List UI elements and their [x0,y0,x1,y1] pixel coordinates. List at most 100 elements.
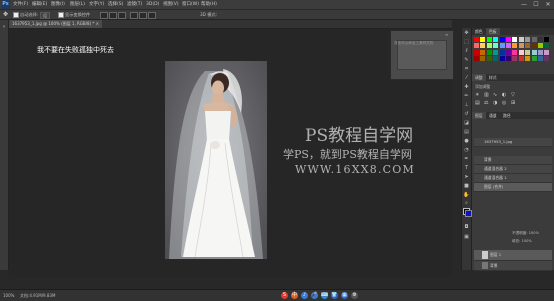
color-swatch[interactable] [474,49,479,55]
crop-icon[interactable]: ⌗ [463,66,470,73]
settings-icon[interactable]: ⚙ [351,292,358,299]
color-swatch[interactable] [538,37,543,42]
color-swatch[interactable] [506,56,511,62]
align-bottom-icon[interactable] [118,12,126,19]
stamp-icon[interactable]: ⊥ [463,102,470,109]
transform-controls-checkbox[interactable] [58,12,64,18]
color-swatch[interactable] [486,37,492,42]
levels-icon[interactable]: ▥ [484,92,489,98]
color-swatch[interactable] [506,37,511,42]
color-swatch[interactable] [499,56,505,62]
color-swatch[interactable] [486,56,492,62]
photo-filter-icon[interactable]: ◎ [502,100,506,106]
color-swatch[interactable] [544,43,550,49]
exposure-icon[interactable]: ◐ [502,92,506,98]
menu-type[interactable]: 文字(Y) [89,1,104,8]
tab-color[interactable]: 颜色 [472,28,486,35]
menu-file[interactable]: 文件(F) [13,1,28,8]
color-swatch[interactable] [480,56,486,62]
document-tab[interactable]: 1637953_1.jpg @ 100% (图层 1, RGB/8) * × [9,20,102,28]
chinese-input-icon[interactable]: 中 [291,292,298,299]
color-swatch[interactable] [525,43,531,49]
eraser-icon[interactable]: ◪ [463,120,470,127]
quick-mask-icon[interactable]: ◘ [463,224,470,231]
color-swatch[interactable] [512,49,518,55]
color-swatch[interactable] [531,43,537,49]
align-top-icon[interactable] [100,12,108,19]
bride-photo[interactable] [165,61,267,259]
tab-adjustments[interactable]: 调整 [472,74,486,81]
color-swatch[interactable] [474,56,479,62]
background-color-swatch[interactable] [465,210,472,217]
align-left-icon[interactable] [130,12,138,19]
hue-icon[interactable]: ▤ [475,100,480,106]
color-swatch[interactable] [506,49,511,55]
hand-icon[interactable]: ✋ [463,192,470,199]
color-swatch[interactable] [544,37,550,42]
shape-icon[interactable]: ■ [463,183,470,190]
swatch-grid[interactable] [474,37,552,67]
opacity-label[interactable]: 不透明度: 100% [512,231,539,236]
fill-label[interactable]: 填充: 100% [512,239,532,244]
color-swatch[interactable] [518,56,524,62]
color-swatch[interactable] [493,43,499,49]
tab-paths[interactable]: 路径 [500,112,514,119]
color-swatch[interactable] [544,49,550,55]
move-tool-icon[interactable]: ✥ [3,11,8,18]
color-swatch[interactable] [525,56,531,62]
color-swatch[interactable] [518,49,524,55]
path-select-icon[interactable]: ➤ [463,174,470,181]
quick-select-icon[interactable]: ✎ [463,57,470,64]
align-middle-icon[interactable] [109,12,117,19]
tab-layers[interactable]: 图层 [472,112,486,119]
color-swatch[interactable] [499,43,505,49]
type-icon[interactable]: T [463,165,470,172]
layer-item-active[interactable]: 图层 1 [474,250,552,261]
skin-icon[interactable]: 👕 [331,292,338,299]
color-swatch[interactable] [538,49,543,55]
auto-select-dropdown[interactable]: 组 [40,12,50,19]
color-swatch[interactable] [474,43,479,49]
layer-item[interactable]: 1637953_1.jpg [474,138,552,147]
tab-swatches[interactable]: 色板 [486,28,500,35]
tab-styles[interactable]: 样式 [486,74,500,81]
color-swatch[interactable] [518,37,524,42]
close-button[interactable]: ✕ [542,0,554,9]
lasso-icon[interactable]: ℓ [463,48,470,55]
layer-item[interactable]: 背景 [474,156,552,165]
channel-mixer-icon[interactable]: ⊞ [511,100,515,106]
eyedropper-icon[interactable]: ⁄ [463,75,470,82]
collapse-icon[interactable]: » [1,24,7,30]
menu-image[interactable]: 图像(I) [51,1,65,8]
menu-window[interactable]: 窗口(W) [182,1,199,8]
menu-3d[interactable]: 3D(D) [146,1,159,8]
zoom-level[interactable]: 100% [3,291,14,300]
brightness-icon[interactable]: ☀ [475,92,479,98]
color-swatch[interactable] [525,37,531,42]
marquee-icon[interactable]: ⬚ [463,39,470,46]
maximize-button[interactable]: ☐ [530,0,542,9]
color-swatch[interactable] [480,37,486,42]
history-brush-icon[interactable]: ↺ [463,111,470,118]
color-swatch[interactable] [525,49,531,55]
color-swatch[interactable] [480,43,486,49]
color-swatch[interactable] [493,49,499,55]
move-icon[interactable]: ✥ [463,30,470,37]
align-center-icon[interactable] [139,12,147,19]
pen-icon[interactable]: ✒ [463,156,470,163]
color-swatch[interactable] [480,49,486,55]
vibrance-icon[interactable]: ▽ [511,92,515,98]
blur-icon[interactable]: ● [463,138,470,145]
color-swatch[interactable] [538,43,543,49]
menu-filter[interactable]: 滤镜(T) [127,1,142,8]
microphone-icon[interactable]: 🎤 [311,292,318,299]
bw-icon[interactable]: ◑ [493,100,497,106]
color-swatch[interactable] [512,56,518,62]
color-swatch[interactable] [512,37,518,42]
heal-icon[interactable]: ✚ [463,84,470,91]
color-swatch[interactable] [538,56,543,62]
menu-view[interactable]: 视图(V) [163,1,179,8]
color-swatch[interactable] [493,56,499,62]
brush-icon[interactable]: ✏ [463,93,470,100]
toolbox-icon[interactable]: ▦ [341,292,348,299]
